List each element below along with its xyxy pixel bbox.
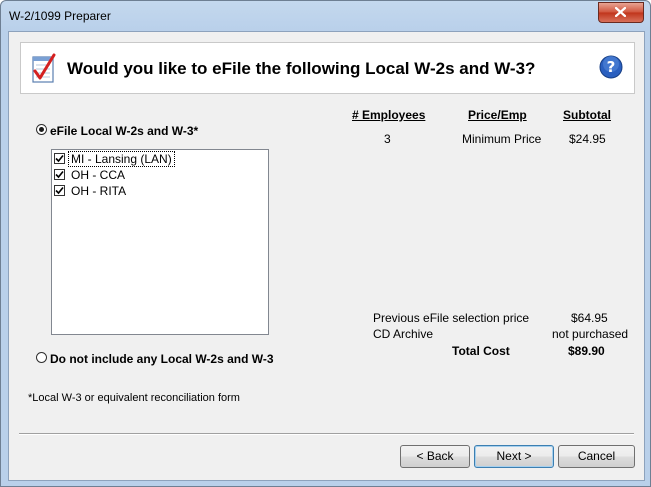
previous-selection-label: Previous eFile selection price (373, 311, 530, 325)
checkmark-icon (55, 154, 64, 163)
list-item-label: MI - Lansing (LAN) (68, 151, 175, 167)
no-include-radio[interactable] (36, 352, 47, 363)
checkbox[interactable] (54, 185, 65, 196)
efile-radio-label[interactable]: eFile Local W-2s and W-3* (50, 124, 198, 138)
document-check-icon (32, 53, 56, 83)
checkbox[interactable] (54, 169, 65, 180)
close-icon (615, 7, 626, 17)
efile-radio[interactable] (36, 124, 47, 135)
checkmark-icon (55, 170, 64, 179)
employees-count: 3 (384, 132, 391, 146)
local-forms-list[interactable]: MI - Lansing (LAN) OH - CCA OH - RITA (51, 149, 269, 335)
total-cost-value: $89.90 (568, 344, 605, 358)
subtotal-column-header: Subtotal (563, 108, 611, 122)
next-button[interactable]: Next > (474, 445, 554, 468)
subtotal-value: $24.95 (569, 132, 606, 146)
previous-selection-value: $64.95 (571, 311, 608, 325)
title-bar[interactable]: W-2/1099 Preparer (1, 1, 650, 31)
help-icon[interactable]: ? (599, 55, 623, 79)
dialog-body: Would you like to eFile the following Lo… (8, 31, 645, 481)
price-per-employee: Minimum Price (462, 132, 542, 146)
cancel-button[interactable]: Cancel (558, 445, 635, 468)
price-column-header: Price/Emp (468, 108, 527, 122)
svg-text:?: ? (607, 58, 616, 76)
total-cost-label: Total Cost (452, 344, 510, 358)
list-item-label: OH - RITA (71, 184, 127, 198)
close-button[interactable] (598, 2, 644, 23)
checkmark-icon (55, 186, 64, 195)
page-title: Would you like to eFile the following Lo… (67, 59, 536, 78)
dialog-window: W-2/1099 Preparer Would you like to eFil… (0, 0, 651, 487)
divider (19, 433, 634, 435)
cd-archive-label: CD Archive (373, 327, 434, 341)
cd-archive-value: not purchased (552, 327, 629, 341)
no-include-radio-label[interactable]: Do not include any Local W-2s and W-3 (50, 352, 274, 366)
window-title: W-2/1099 Preparer (9, 9, 111, 23)
footnote: *Local W-3 or equivalent reconciliation … (28, 392, 240, 404)
checkbox[interactable] (54, 153, 65, 164)
employees-column-header: # Employees (352, 108, 426, 122)
header-panel: Would you like to eFile the following Lo… (20, 42, 635, 94)
back-button[interactable]: < Back (400, 445, 470, 468)
list-item-label: OH - CCA (71, 168, 125, 182)
